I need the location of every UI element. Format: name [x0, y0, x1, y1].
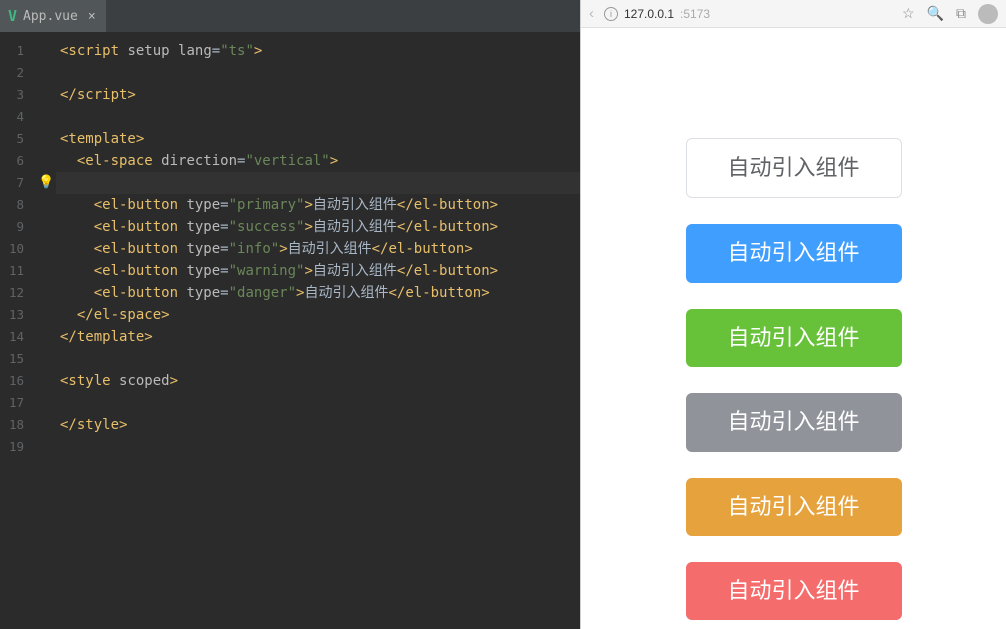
rendered-page: 自动引入组件自动引入组件自动引入组件自动引入组件自动引入组件自动引入组件: [581, 28, 1006, 629]
line-number: 12: [0, 282, 42, 304]
code-line[interactable]: <template>: [56, 128, 580, 150]
code-line[interactable]: <el-button type="success">自动引入组件</el-but…: [56, 216, 580, 238]
code-line[interactable]: <el-button type="danger">自动引入组件</el-butt…: [56, 282, 580, 304]
line-number: 17: [0, 392, 42, 414]
fold-column: [42, 32, 56, 629]
el-button-warning[interactable]: 自动引入组件: [686, 478, 902, 536]
line-number: 15: [0, 348, 42, 370]
code-line[interactable]: [56, 348, 580, 370]
code-line[interactable]: [56, 106, 580, 128]
line-number: 13: [0, 304, 42, 326]
el-button-default[interactable]: 自动引入组件: [686, 138, 902, 198]
profile-avatar[interactable]: [978, 4, 998, 24]
code-line[interactable]: [56, 392, 580, 414]
search-icon[interactable]: 🔍: [927, 5, 944, 22]
browser-back-icon[interactable]: ‹: [589, 5, 594, 22]
lightbulb-icon[interactable]: 💡: [38, 175, 52, 189]
line-number: 10: [0, 238, 42, 260]
close-icon[interactable]: ×: [88, 9, 96, 24]
code-line[interactable]: </template>: [56, 326, 580, 348]
code-line[interactable]: <el-button type="warning">自动引入组件</el-but…: [56, 260, 580, 282]
site-info-icon[interactable]: i: [604, 7, 618, 21]
vue-file-icon: V: [8, 7, 17, 25]
line-number: 7: [0, 172, 42, 194]
line-number-gutter: 12345678910111213141516171819: [0, 32, 42, 629]
address-host: 127.0.0.1: [624, 7, 674, 21]
code-line[interactable]: <el-button type="primary">自动引入组件</el-but…: [56, 194, 580, 216]
code-line[interactable]: </style>: [56, 414, 580, 436]
el-button-danger[interactable]: 自动引入组件: [686, 562, 902, 620]
code-line[interactable]: </script>: [56, 84, 580, 106]
code-body[interactable]: 12345678910111213141516171819 💡 <script …: [0, 32, 580, 629]
code-line[interactable]: <style scoped>: [56, 370, 580, 392]
line-number: 3: [0, 84, 42, 106]
code-line[interactable]: <script setup lang="ts">: [56, 40, 580, 62]
line-number: 16: [0, 370, 42, 392]
line-number: 18: [0, 414, 42, 436]
code-editor-pane: V App.vue × 1234567891011121314151617181…: [0, 0, 580, 629]
line-number: 2: [0, 62, 42, 84]
browser-pane: ‹ i 127.0.0.1 :5173 ☆ 🔍 ⧉ 自动引入组件自动引入组件自动引…: [580, 0, 1006, 629]
address-rest: :5173: [680, 7, 710, 21]
line-number: 5: [0, 128, 42, 150]
code-line[interactable]: <el-button type="info">自动引入组件</el-button…: [56, 238, 580, 260]
address-bar[interactable]: i 127.0.0.1 :5173: [604, 7, 892, 21]
browser-toolbar: ‹ i 127.0.0.1 :5173 ☆ 🔍 ⧉: [581, 0, 1006, 28]
button-column: 自动引入组件自动引入组件自动引入组件自动引入组件自动引入组件自动引入组件: [686, 138, 902, 629]
code-line[interactable]: [56, 436, 580, 458]
line-number: 4: [0, 106, 42, 128]
editor-tab-name: App.vue: [23, 9, 78, 24]
collections-icon[interactable]: ⧉: [956, 5, 966, 22]
browser-action-icons: ☆ 🔍 ⧉: [902, 4, 998, 24]
el-button-info[interactable]: 自动引入组件: [686, 393, 902, 451]
line-number: 9: [0, 216, 42, 238]
code-line[interactable]: <el-space direction="vertical">: [56, 150, 580, 172]
line-number: 6: [0, 150, 42, 172]
el-button-primary[interactable]: 自动引入组件: [686, 224, 902, 282]
code-line[interactable]: [56, 62, 580, 84]
editor-tab-bar: V App.vue ×: [0, 0, 580, 32]
line-number: 8: [0, 194, 42, 216]
code-line[interactable]: </el-space>: [56, 304, 580, 326]
line-number: 14: [0, 326, 42, 348]
line-number: 11: [0, 260, 42, 282]
el-button-success[interactable]: 自动引入组件: [686, 309, 902, 367]
line-number: 19: [0, 436, 42, 458]
app-root: V App.vue × 1234567891011121314151617181…: [0, 0, 1006, 629]
line-number: 1: [0, 40, 42, 62]
reader-icon[interactable]: ☆: [902, 5, 915, 22]
editor-tab-app-vue[interactable]: V App.vue ×: [0, 0, 106, 32]
current-line-highlight: [56, 172, 580, 194]
code-text-area[interactable]: 💡 <script setup lang="ts"> </script> <te…: [56, 32, 580, 629]
